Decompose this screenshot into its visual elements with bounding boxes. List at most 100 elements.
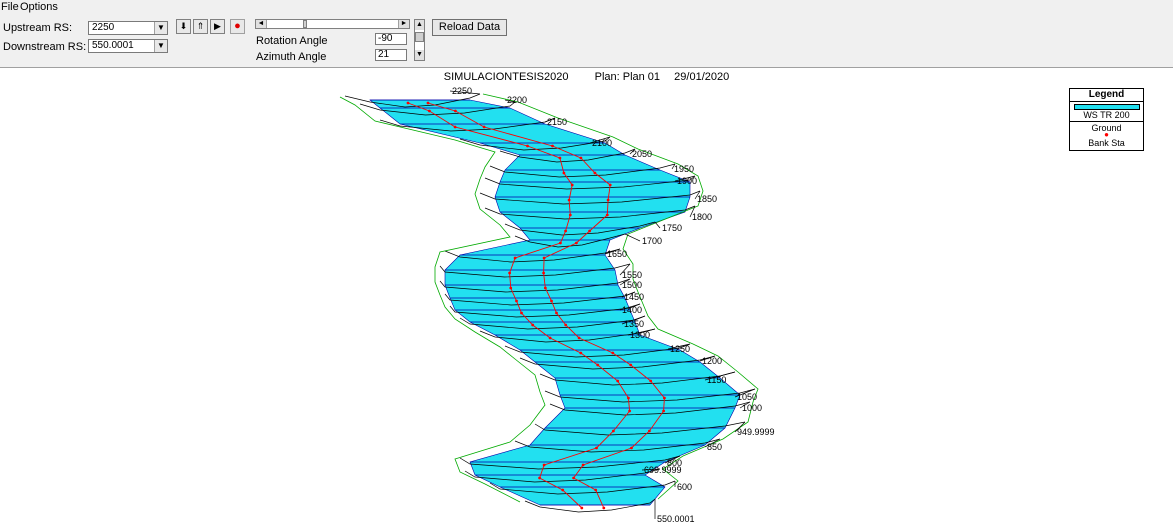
reload-data-button[interactable]: Reload Data bbox=[432, 19, 507, 36]
bank-station-point bbox=[426, 101, 430, 105]
legend-entry-bank: Bank Sta bbox=[1088, 138, 1125, 148]
bank-station-point bbox=[550, 299, 553, 303]
downstream-label: Downstream RS: bbox=[3, 41, 87, 53]
menu-options[interactable]: Options bbox=[20, 1, 58, 13]
station-label: 1050 bbox=[737, 392, 757, 402]
station-label: 1850 bbox=[697, 194, 717, 204]
upstream-select[interactable]: 2250 ▼ bbox=[88, 21, 168, 35]
station-label: 2200 bbox=[507, 95, 527, 105]
bank-station-point bbox=[453, 125, 457, 129]
bank-station-point bbox=[562, 171, 566, 175]
scroll-thumb[interactable] bbox=[303, 20, 307, 28]
station-label: 1000 bbox=[742, 403, 762, 413]
bank-station-point bbox=[608, 183, 612, 187]
legend-title: Legend bbox=[1070, 89, 1143, 102]
bank-station-point bbox=[611, 351, 615, 355]
bank-station-point bbox=[581, 463, 585, 467]
bank-station-point bbox=[567, 198, 571, 202]
station-label: 1500 bbox=[622, 280, 642, 290]
station-label: 1650 bbox=[607, 249, 627, 259]
station-label: 2050 bbox=[632, 149, 652, 159]
chevron-down-icon[interactable]: ▼ bbox=[154, 40, 167, 52]
menu-file[interactable]: File bbox=[1, 1, 19, 13]
azimuth-angle-label: Azimuth Angle bbox=[256, 51, 327, 63]
station-label: 699.9999 bbox=[644, 465, 682, 475]
station-label: 1450 bbox=[624, 292, 644, 302]
station-label: 1400 bbox=[622, 305, 642, 315]
bank-station-point bbox=[577, 336, 581, 340]
scroll-left-icon[interactable]: ◄ bbox=[256, 20, 267, 28]
bank-station-point bbox=[508, 271, 511, 275]
play-icon[interactable]: ▶ bbox=[210, 19, 225, 34]
record-icon[interactable]: ● bbox=[230, 19, 245, 34]
downstream-select[interactable]: 550.0001 ▼ bbox=[88, 39, 168, 53]
bank-station-point bbox=[593, 171, 597, 175]
azimuth-angle-input[interactable]: 21 bbox=[375, 49, 407, 61]
station-label: 949.9999 bbox=[737, 427, 775, 437]
bank-station-point bbox=[580, 506, 584, 510]
bank-station-point bbox=[428, 109, 431, 113]
bank-station-point bbox=[406, 101, 410, 105]
bank-station-point bbox=[520, 311, 523, 315]
scroll-thumb[interactable] bbox=[415, 32, 424, 42]
bank-station-point bbox=[513, 256, 517, 260]
station-label: 1150 bbox=[707, 375, 726, 385]
bank-station-point bbox=[531, 323, 535, 327]
station-label: 1200 bbox=[702, 356, 722, 366]
toolbar: Upstream RS: 2250 ▼ Downstream RS: 550.0… bbox=[0, 14, 1173, 68]
bank-station-point bbox=[572, 476, 575, 480]
legend-entry-ws: WS TR 200 bbox=[1070, 110, 1143, 122]
upstream-value: 2250 bbox=[92, 22, 115, 33]
downstream-value: 550.0001 bbox=[92, 40, 134, 51]
move-up-icon[interactable]: ⇑ bbox=[193, 19, 208, 34]
station-leader-line bbox=[654, 221, 661, 229]
rotation-scrollbar[interactable]: ◄ ► bbox=[255, 19, 410, 29]
bank-station-point bbox=[555, 311, 558, 315]
bank-station-point bbox=[648, 429, 651, 433]
bank-station-point bbox=[482, 125, 486, 129]
water-surface bbox=[369, 99, 741, 506]
station-label: 2150 bbox=[547, 117, 567, 127]
bank-station-point bbox=[649, 379, 653, 383]
bank-station-point bbox=[588, 229, 591, 233]
chevron-down-icon[interactable]: ▼ bbox=[154, 22, 167, 34]
station-label: 1350 bbox=[624, 319, 644, 329]
bank-station-point bbox=[542, 463, 546, 467]
bank-station-point bbox=[551, 144, 554, 148]
move-down-icon[interactable]: ⬇ bbox=[176, 19, 191, 34]
bank-station-point bbox=[575, 241, 578, 245]
bank-station-point bbox=[594, 488, 598, 492]
scroll-down-icon[interactable]: ▼ bbox=[415, 50, 424, 60]
station-label: 600 bbox=[677, 482, 692, 492]
bank-station-point bbox=[542, 256, 546, 260]
bank-station-point bbox=[542, 271, 545, 275]
xyz-perspective-plot[interactable]: 2250 2200 2150 2100 2050 1950 19001850 1800 1750… bbox=[0, 68, 1173, 525]
station-label: 1900 bbox=[677, 176, 697, 186]
azimuth-scrollbar[interactable]: ▲ ▼ bbox=[414, 19, 425, 61]
upstream-label: Upstream RS: bbox=[3, 22, 73, 34]
bank-station-point bbox=[454, 109, 457, 113]
menu-bar: File Options bbox=[0, 0, 1173, 14]
bank-station-point bbox=[662, 409, 665, 413]
bank-station-point bbox=[579, 156, 583, 160]
rotation-angle-label: Rotation Angle bbox=[256, 35, 328, 47]
station-label: 2100 bbox=[592, 138, 612, 148]
scroll-up-icon[interactable]: ▲ bbox=[415, 20, 424, 30]
bank-station-point bbox=[663, 396, 666, 400]
scroll-right-icon[interactable]: ► bbox=[398, 20, 409, 28]
station-label: 850 bbox=[707, 442, 722, 452]
water-surface-polygon bbox=[369, 99, 741, 506]
bank-station-point bbox=[561, 488, 565, 492]
bank-station-point bbox=[515, 299, 518, 303]
bank-station-point bbox=[630, 446, 633, 450]
station-label: 1950 bbox=[674, 164, 694, 174]
bank-station-point bbox=[526, 144, 529, 148]
bank-station-point bbox=[606, 198, 610, 202]
bank-station-point bbox=[602, 506, 606, 510]
rotation-angle-input[interactable]: -90 bbox=[375, 33, 407, 45]
bank-station-point bbox=[543, 286, 547, 290]
station-label: 1300 bbox=[630, 330, 650, 340]
bank-station-point bbox=[616, 379, 620, 383]
bank-station-point bbox=[629, 363, 633, 367]
bank-station-point bbox=[579, 351, 583, 355]
